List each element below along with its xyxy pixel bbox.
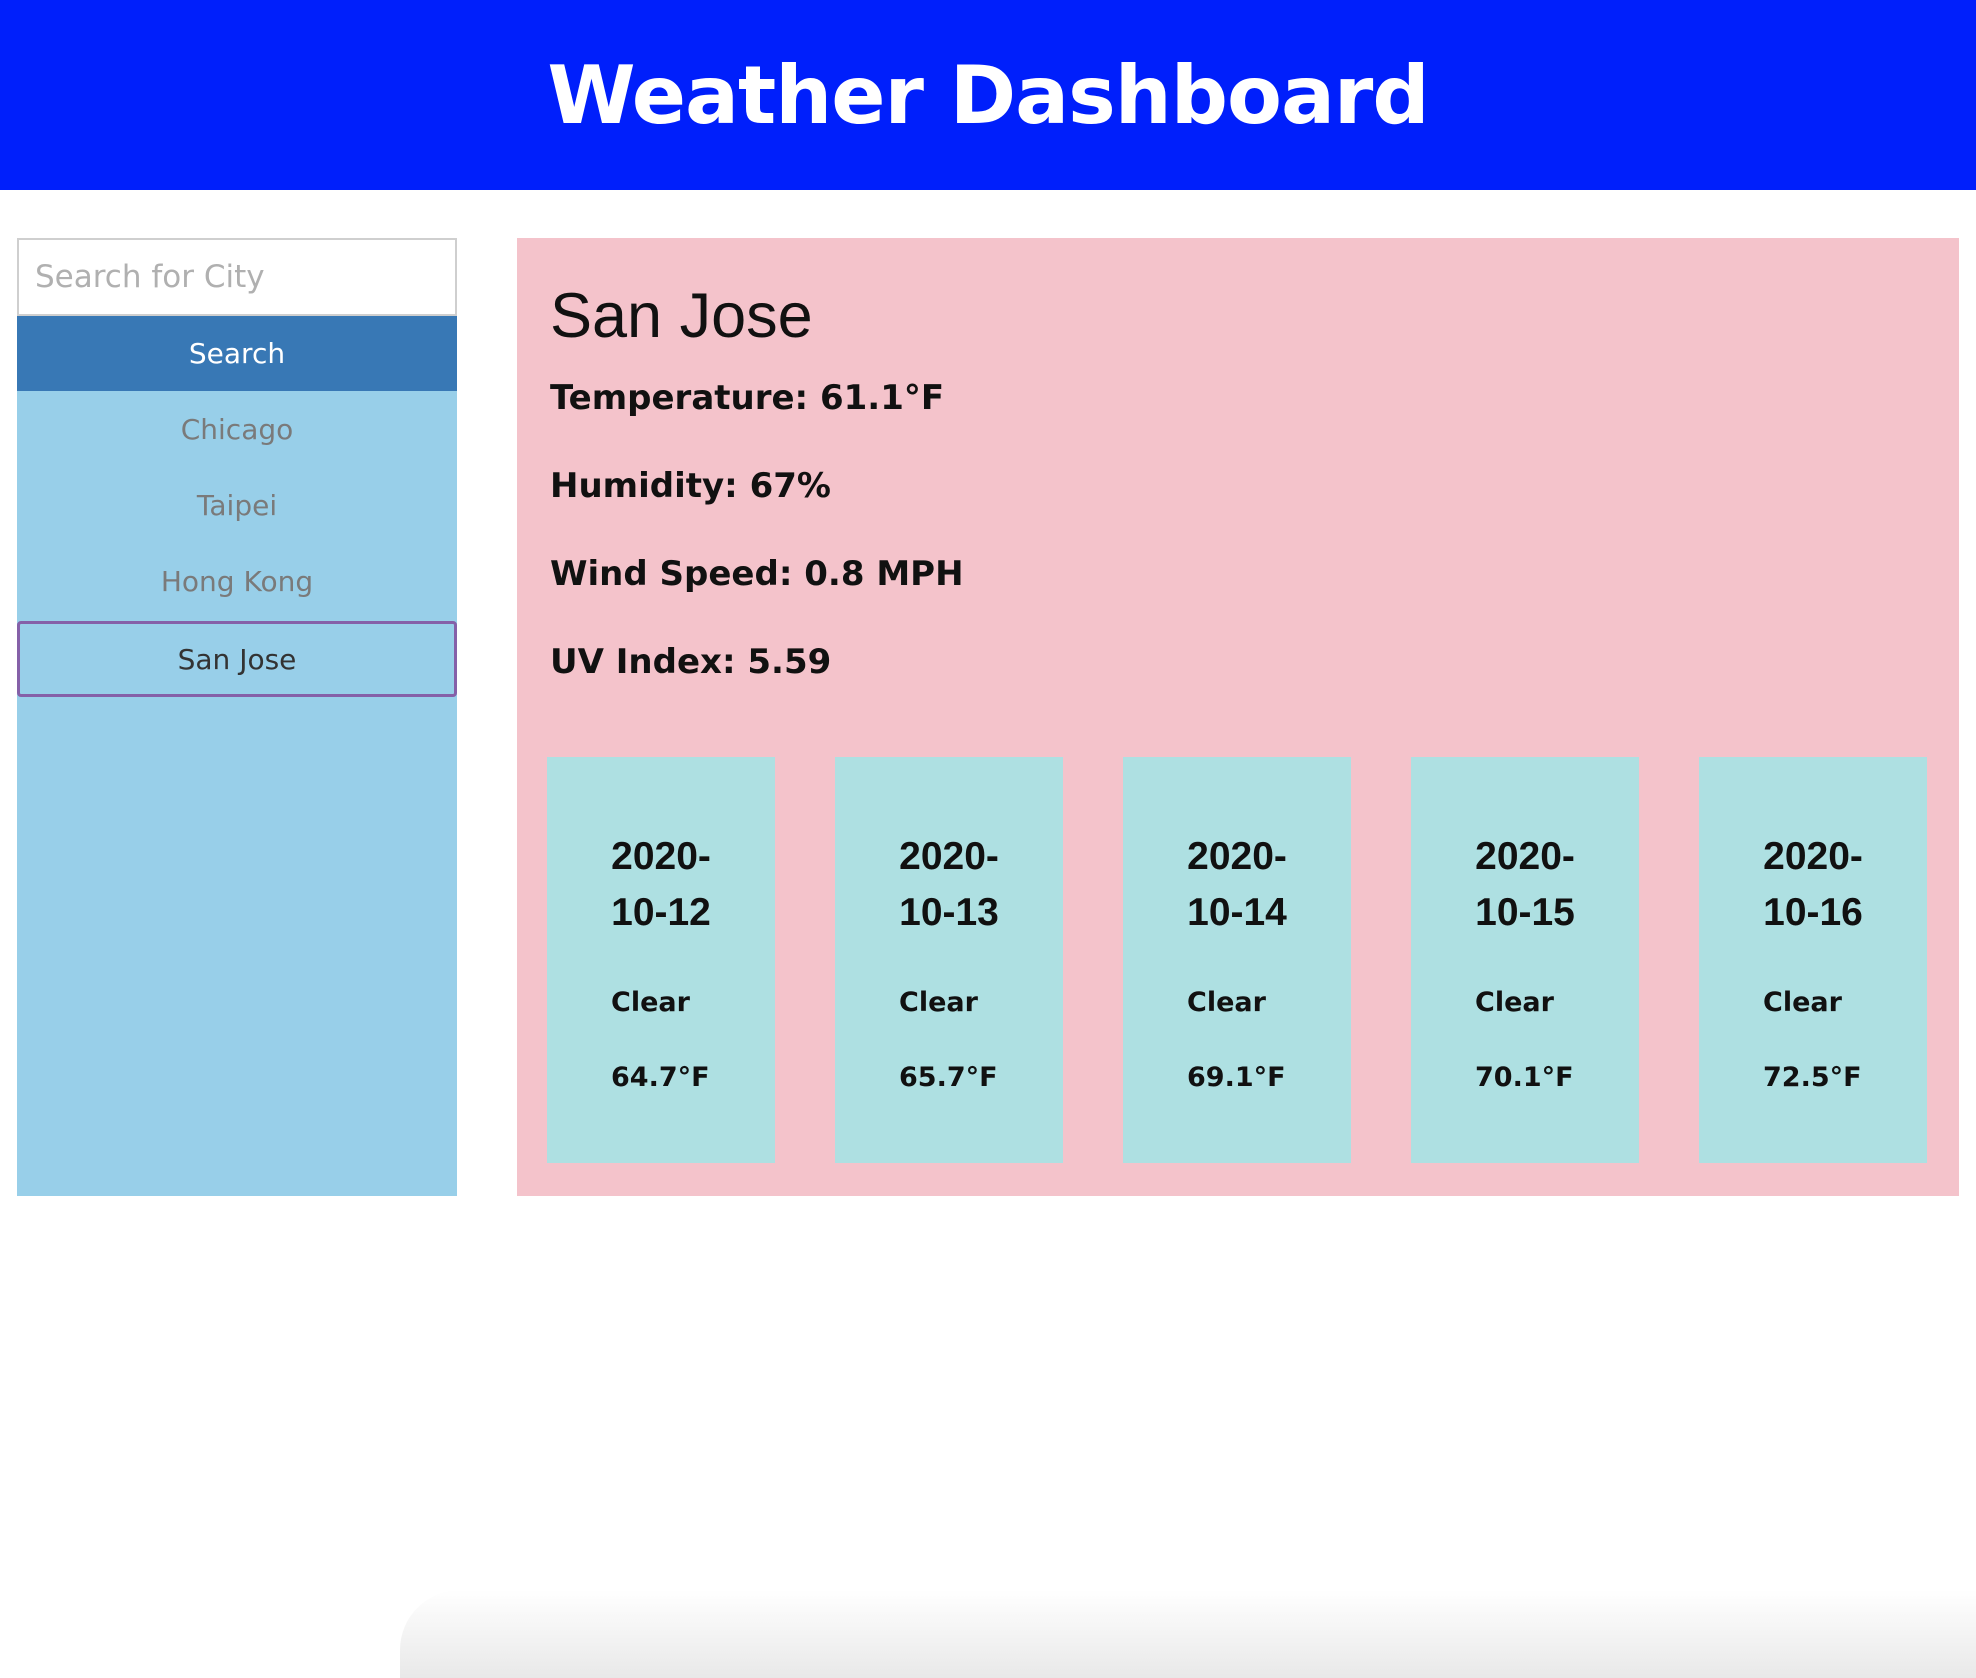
forecast-date-line1: 2020- <box>1763 835 1863 878</box>
forecast-temperature: 65.7°F <box>899 1062 998 1093</box>
forecast-temperature: 64.7°F <box>611 1062 710 1093</box>
sidebar: Search Chicago Taipei Hong Kong San Jose <box>17 238 457 1196</box>
city-item-taipei[interactable]: Taipei <box>17 467 457 543</box>
forecast-temperature: 72.5°F <box>1763 1062 1862 1093</box>
forecast-date-line2: 10-12 <box>611 891 711 934</box>
city-item-san-jose[interactable]: San Jose <box>17 621 457 697</box>
forecast-condition: Clear <box>899 987 978 1018</box>
page-title: Weather Dashboard <box>547 48 1429 142</box>
forecast-date: 2020- 10-14 <box>1123 829 1351 941</box>
forecast-card: 2020- 10-12 Clear 64.7°F <box>547 757 775 1163</box>
page-header: Weather Dashboard <box>0 0 1976 190</box>
forecast-condition: Clear <box>1187 987 1266 1018</box>
city-search-input[interactable] <box>17 238 457 316</box>
forecast-condition: Clear <box>1475 987 1554 1018</box>
city-item-chicago[interactable]: Chicago <box>17 391 457 467</box>
forecast-date-line2: 10-13 <box>899 891 999 934</box>
forecast-date: 2020- 10-13 <box>835 829 1063 941</box>
forecast-card: 2020- 10-16 Clear 72.5°F <box>1699 757 1927 1163</box>
forecast-condition: Clear <box>1763 987 1842 1018</box>
wind-speed-text: Wind Speed: 0.8 MPH <box>550 554 964 594</box>
five-day-forecast: 2020- 10-12 Clear 64.7°F 2020- 10-13 Cle… <box>547 757 1932 1163</box>
forecast-date-line1: 2020- <box>1187 835 1287 878</box>
search-button[interactable]: Search <box>17 316 457 391</box>
forecast-date-line1: 2020- <box>611 835 711 878</box>
temperature-text: Temperature: 61.1°F <box>550 378 945 418</box>
forecast-temperature: 69.1°F <box>1187 1062 1286 1093</box>
forecast-card: 2020- 10-13 Clear 65.7°F <box>835 757 1063 1163</box>
forecast-date: 2020- 10-12 <box>547 829 775 941</box>
forecast-date-line2: 10-16 <box>1763 891 1863 934</box>
forecast-date-line2: 10-14 <box>1187 891 1287 934</box>
city-item-hong-kong[interactable]: Hong Kong <box>17 543 457 619</box>
forecast-temperature: 70.1°F <box>1475 1062 1574 1093</box>
uv-index-text: UV Index: 5.59 <box>550 642 832 682</box>
forecast-condition: Clear <box>611 987 690 1018</box>
window-shadow <box>400 1590 1976 1678</box>
forecast-date-line1: 2020- <box>899 835 999 878</box>
forecast-date-line2: 10-15 <box>1475 891 1575 934</box>
current-city-name: San Jose <box>550 281 813 351</box>
forecast-date-line1: 2020- <box>1475 835 1575 878</box>
forecast-card: 2020- 10-14 Clear 69.1°F <box>1123 757 1351 1163</box>
search-history-list: Chicago Taipei Hong Kong San Jose <box>17 391 457 697</box>
forecast-date: 2020- 10-15 <box>1411 829 1639 941</box>
forecast-date: 2020- 10-16 <box>1699 829 1927 941</box>
current-weather-panel: San Jose Temperature: 61.1°F Humidity: 6… <box>517 238 1959 1196</box>
humidity-text: Humidity: 67% <box>550 466 831 506</box>
forecast-card: 2020- 10-15 Clear 70.1°F <box>1411 757 1639 1163</box>
